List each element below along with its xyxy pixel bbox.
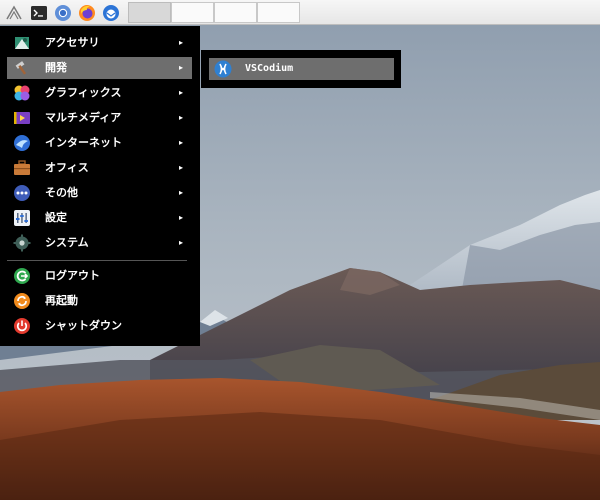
menu-item-label: オフィス: [45, 161, 89, 174]
submenu-item-label: VSCodium: [245, 63, 294, 74]
submenu-arrow-icon: ▸: [178, 88, 183, 97]
taskbar-window-button[interactable]: [214, 2, 257, 23]
submenu-arrow-icon: ▸: [178, 238, 183, 247]
menu-item-label: システム: [45, 236, 89, 249]
submenu-arrow-icon: ▸: [178, 113, 183, 122]
taskbar-window-button[interactable]: [171, 2, 214, 23]
menu-item-office[interactable]: オフィス ▸: [7, 157, 192, 179]
menu-item-label: グラフィックス: [45, 86, 122, 99]
internet-icon: [13, 134, 31, 152]
graphics-icon: [13, 84, 31, 102]
accessories-icon: [13, 34, 31, 52]
other-icon: [13, 184, 31, 202]
application-menu: アクセサリ ▸ 開発 ▸ グラフィックス ▸ マルチメディア ▸ インターネット…: [0, 26, 200, 346]
menu-item-label: 再起動: [45, 294, 78, 307]
menu-item-label: インターネット: [45, 136, 122, 149]
menu-item-label: アクセサリ: [45, 36, 100, 49]
reboot-icon: [13, 292, 31, 310]
taskbar-window-button[interactable]: [128, 2, 171, 23]
lxqt-logo-icon[interactable]: [3, 2, 24, 23]
submenu-arrow-icon: ▸: [178, 163, 183, 172]
submenu-arrow-icon: ▸: [178, 188, 183, 197]
shutdown-icon: [13, 317, 31, 335]
chromium-icon[interactable]: [52, 2, 73, 23]
multimedia-icon: [13, 109, 31, 127]
vscodium-icon: [214, 60, 232, 78]
submenu-arrow-icon: ▸: [178, 213, 183, 222]
taskbar-window-button[interactable]: [257, 2, 300, 23]
terminal-icon[interactable]: [28, 2, 49, 23]
development-hammer-icon: [13, 59, 31, 77]
submenu-item-vscodium[interactable]: VSCodium: [209, 58, 394, 80]
development-submenu: VSCodium: [201, 50, 401, 88]
submenu-arrow-icon: ▸: [178, 38, 183, 47]
menu-item-system[interactable]: システム ▸: [7, 232, 192, 254]
taskbar: [0, 0, 600, 25]
submenu-arrow-icon: ▸: [178, 63, 183, 72]
settings-icon: [13, 209, 31, 227]
menu-item-settings[interactable]: 設定 ▸: [7, 207, 192, 229]
menu-item-shutdown[interactable]: シャットダウン: [7, 315, 192, 337]
menu-item-label: その他: [45, 186, 78, 199]
menu-item-graphics[interactable]: グラフィックス ▸: [7, 82, 192, 104]
menu-item-other[interactable]: その他 ▸: [7, 182, 192, 204]
menu-item-development[interactable]: 開発 ▸: [7, 57, 192, 79]
menu-item-internet[interactable]: インターネット ▸: [7, 132, 192, 154]
menu-item-label: マルチメディア: [45, 111, 122, 124]
menu-separator: [7, 260, 187, 261]
office-briefcase-icon: [13, 159, 31, 177]
menu-item-label: ログアウト: [45, 269, 100, 282]
menu-item-label: 開発: [45, 61, 67, 74]
menu-item-label: シャットダウン: [45, 319, 122, 332]
firefox-icon[interactable]: [76, 2, 97, 23]
system-gear-icon: [13, 234, 31, 252]
menu-item-accessories[interactable]: アクセサリ ▸: [7, 32, 192, 54]
menu-item-multimedia[interactable]: マルチメディア ▸: [7, 107, 192, 129]
menu-item-reboot[interactable]: 再起動: [7, 290, 192, 312]
logout-icon: [13, 267, 31, 285]
menu-item-logout[interactable]: ログアウト: [7, 265, 192, 287]
thunderbird-icon[interactable]: [100, 2, 121, 23]
submenu-arrow-icon: ▸: [178, 138, 183, 147]
menu-item-label: 設定: [45, 211, 67, 224]
